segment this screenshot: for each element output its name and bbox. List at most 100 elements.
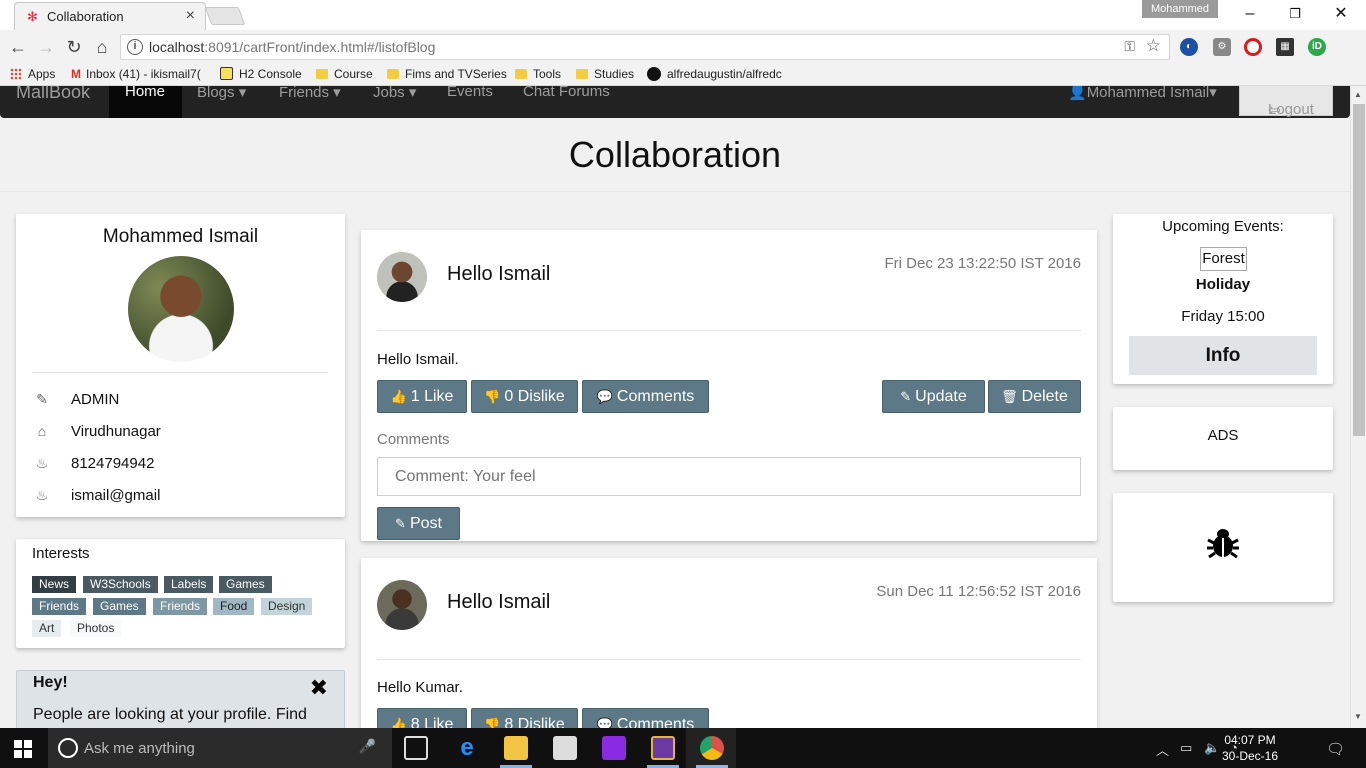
comments-button[interactable]: 💬 Comments: [582, 380, 709, 413]
tray-chevron-icon[interactable]: ︿: [1156, 740, 1169, 759]
extension-id-icon[interactable]: iD: [1308, 38, 1326, 56]
nav-events[interactable]: Events: [447, 86, 493, 100]
volume-icon[interactable]: 🔈: [1204, 740, 1220, 756]
bookmark-apps[interactable]: Apps: [10, 67, 55, 81]
chrome-taskbar-highlight: [686, 728, 736, 768]
bookmark-inbox[interactable]: M Inbox (41) - ikismail7(: [71, 67, 201, 81]
interest-tag[interactable]: Design: [261, 598, 313, 615]
bookmark-h2-console[interactable]: H2 Console: [220, 67, 302, 81]
tab-title: Collaboration: [47, 9, 124, 24]
nav-user-menu[interactable]: 👤Mohammed Ismail▾: [1068, 86, 1217, 101]
delete-button[interactable]: 🗑 Delete: [988, 380, 1081, 413]
forward-icon[interactable]: →: [36, 37, 56, 57]
bookmark-course[interactable]: Course: [316, 67, 373, 81]
bookmark-star-icon[interactable]: ☆: [1146, 36, 1161, 56]
dislike-button[interactable]: 👎 0 Dislike: [471, 380, 578, 413]
github-icon: [647, 67, 661, 81]
extension-off-icon[interactable]: ⚙: [1213, 38, 1231, 56]
url-text: localhost:8091/cartFront/index.html#/lis…: [149, 39, 436, 55]
restore-icon[interactable]: ❐: [1285, 4, 1305, 24]
page-viewport: MallBook Home Blogs ▾ Friends ▾ Jobs ▾ E…: [0, 86, 1350, 728]
update-button[interactable]: ✎ Update: [882, 380, 985, 413]
taskbar-clock[interactable]: 04:07 PM 30-Dec-16: [1220, 732, 1280, 764]
page-scrollbar[interactable]: ▲ ▼: [1350, 86, 1366, 728]
dislike-button[interactable]: 👎 8 Dislike: [471, 708, 578, 728]
pencil-icon: ✎: [36, 391, 48, 407]
comments-button[interactable]: 💬 Comments: [582, 708, 709, 728]
browser-tab[interactable]: ✻ Collaboration ×: [14, 2, 206, 30]
event-location: Forest: [1200, 247, 1247, 271]
page-title: Collaboration: [568, 134, 782, 175]
birthday-cake-icon: ♨: [35, 487, 49, 503]
comment-icon: 💬: [596, 389, 613, 404]
media-app-icon[interactable]: [602, 736, 626, 760]
nav-home[interactable]: Home: [109, 86, 182, 118]
info-icon[interactable]: i: [127, 39, 143, 55]
interest-tag[interactable]: Art: [32, 620, 62, 637]
scroll-thumb[interactable]: [1353, 104, 1365, 436]
interests-card: Interests News W3Schools Labels Games Fr…: [16, 539, 345, 648]
nav-jobs[interactable]: Jobs ▾: [373, 86, 416, 101]
microphone-icon[interactable]: 🎤: [359, 738, 376, 755]
extension-globe-icon[interactable]: ◐: [1180, 38, 1198, 56]
bug-card: [1113, 493, 1333, 602]
close-icon[interactable]: ✖: [310, 675, 328, 701]
folder-icon: [515, 69, 527, 79]
navbar-brand[interactable]: MallBook: [16, 86, 90, 103]
logout-button[interactable]: ⇦ Logout: [1239, 86, 1333, 119]
bookmark-github[interactable]: alfredaugustin/alfredc: [647, 67, 782, 81]
scroll-down-icon[interactable]: ▼: [1354, 712, 1362, 721]
events-card: Upcoming Events: Forest Holiday Friday 1…: [1113, 214, 1333, 384]
address-bar[interactable]: i localhost:8091/cartFront/index.html#/l…: [120, 34, 1170, 60]
scroll-up-icon[interactable]: ▲: [1354, 90, 1362, 99]
reload-icon[interactable]: ↻: [64, 37, 84, 57]
interest-tag[interactable]: Labels: [164, 576, 214, 593]
interest-tag[interactable]: Friends: [32, 598, 87, 615]
like-button[interactable]: 👍 1 Like: [377, 380, 467, 413]
cortana-search-box[interactable]: Ask me anything 🎤: [48, 728, 392, 768]
alert-text: People are looking at your profile. Find: [33, 706, 307, 723]
bookmark-tools[interactable]: Tools: [515, 67, 561, 81]
nav-chat-forums[interactable]: Chat Forums: [523, 86, 610, 100]
extension-grid-icon[interactable]: ▦: [1276, 38, 1294, 56]
comment-input[interactable]: [377, 457, 1081, 496]
profile-chip[interactable]: Mohammed: [1142, 0, 1218, 18]
nav-friends[interactable]: Friends ▾: [279, 86, 341, 101]
battery-icon[interactable]: ▭: [1180, 740, 1192, 756]
bookmark-studies[interactable]: Studies: [576, 67, 634, 81]
opera-icon[interactable]: [1244, 38, 1262, 56]
minimize-icon[interactable]: –: [1240, 4, 1260, 24]
game-app-icon[interactable]: [651, 736, 675, 760]
interest-tag[interactable]: W3Schools: [83, 576, 158, 593]
new-tab-button[interactable]: [204, 7, 246, 25]
key-icon[interactable]: ⚿: [1124, 38, 1135, 55]
interest-tag[interactable]: Photos: [70, 620, 122, 637]
event-name: Holiday: [1195, 276, 1251, 293]
file-explorer-icon[interactable]: [504, 736, 528, 760]
folder-icon: [387, 69, 399, 79]
post-comment-button[interactable]: ✎ Post: [377, 507, 460, 540]
blog-post: Hello Ismail Fri Dec 23 13:22:50 IST 201…: [361, 230, 1097, 541]
profile-email-row: ♨ ismail@gmail: [32, 487, 328, 507]
store-icon[interactable]: [553, 736, 577, 760]
bookmark-films[interactable]: Fims and TVSeries: [387, 67, 507, 81]
like-button[interactable]: 👍 8 Like: [377, 708, 467, 728]
windows-start-icon[interactable]: [14, 740, 32, 758]
back-icon[interactable]: ←: [8, 37, 28, 57]
notifications-icon[interactable]: 🗨: [1326, 740, 1345, 758]
home-icon[interactable]: ⌂: [92, 37, 112, 57]
event-info-button[interactable]: Info: [1129, 336, 1317, 375]
interest-tag[interactable]: Games: [93, 598, 146, 615]
tab-close-icon[interactable]: ×: [186, 7, 195, 25]
post-author-avatar: [377, 580, 427, 630]
task-view-icon[interactable]: [404, 736, 428, 760]
thumbs-down-icon: 👎: [484, 717, 501, 728]
interest-tag[interactable]: Friends: [153, 598, 208, 615]
interest-tag[interactable]: Games: [219, 576, 272, 593]
nav-blogs[interactable]: Blogs ▾: [197, 86, 246, 101]
interest-tag[interactable]: News: [32, 576, 77, 593]
window-close-icon[interactable]: ✕: [1331, 4, 1351, 24]
interest-tag[interactable]: Food: [213, 598, 255, 615]
edge-icon[interactable]: e: [455, 736, 479, 760]
post-date: Fri Dec 23 13:22:50 IST 2016: [884, 255, 1081, 272]
